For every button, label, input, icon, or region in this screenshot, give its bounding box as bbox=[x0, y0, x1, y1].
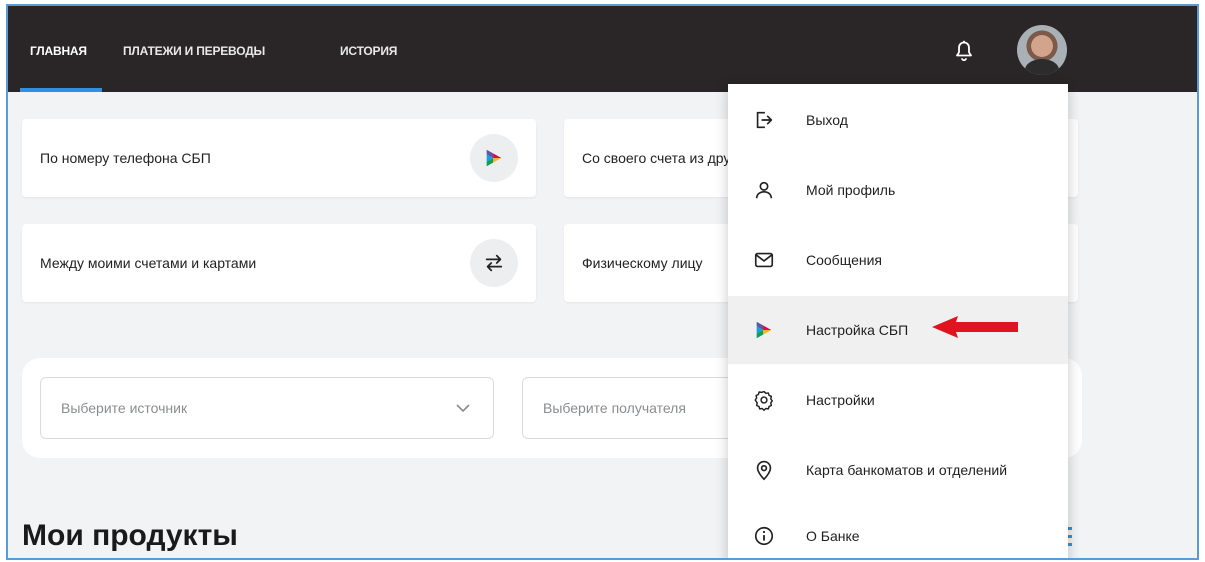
menu-item-label: О Банке bbox=[806, 528, 860, 544]
avatar[interactable] bbox=[1017, 25, 1067, 75]
gear-icon bbox=[752, 388, 776, 412]
tab-main[interactable]: ГЛАВНАЯ bbox=[30, 44, 87, 58]
top-navigation-bar: ГЛАВНАЯ ПЛАТЕЖИ И ПЕРЕВОДЫ ИСТОРИЯ bbox=[8, 6, 1197, 92]
menu-item-atm-map[interactable]: Карта банкоматов и отделений bbox=[728, 436, 1068, 504]
map-pin-icon bbox=[752, 458, 776, 482]
menu-item-label: Настройки bbox=[806, 392, 875, 408]
menu-item-label: Выход bbox=[806, 112, 848, 128]
app-window: ГЛАВНАЯ ПЛАТЕЖИ И ПЕРЕВОДЫ ИСТОРИЯ По но… bbox=[6, 4, 1199, 560]
menu-item-about-bank[interactable]: О Банке bbox=[728, 502, 1068, 558]
menu-item-logout[interactable]: Выход bbox=[728, 86, 1068, 154]
menu-item-profile[interactable]: Мой профиль bbox=[728, 156, 1068, 224]
logout-icon bbox=[752, 108, 776, 132]
products-heading: Мои продукты bbox=[22, 519, 238, 552]
swap-arrows-icon bbox=[470, 239, 518, 287]
sbp-logo-icon bbox=[752, 318, 776, 342]
card-label: По номеру телефона СБП bbox=[40, 150, 211, 166]
user-icon bbox=[752, 178, 776, 202]
mail-icon bbox=[752, 248, 776, 272]
recipient-placeholder: Выберите получателя bbox=[543, 400, 686, 416]
menu-item-label: Сообщения bbox=[806, 252, 882, 268]
red-pointer-arrow bbox=[932, 316, 1018, 338]
source-select[interactable]: Выберите источник bbox=[40, 377, 494, 439]
sbp-logo-icon bbox=[470, 134, 518, 182]
bell-icon[interactable] bbox=[952, 39, 976, 63]
avatar-shirt bbox=[1025, 59, 1059, 75]
card-label: Между моими счетами и картами bbox=[40, 255, 257, 271]
active-tab-indicator bbox=[20, 88, 102, 92]
card-label: Физическому лицу bbox=[582, 255, 703, 271]
chevron-down-icon bbox=[456, 404, 470, 413]
tab-history[interactable]: ИСТОРИЯ bbox=[340, 44, 397, 58]
tab-payments-transfers[interactable]: ПЛАТЕЖИ И ПЕРЕВОДЫ bbox=[123, 44, 265, 58]
menu-item-settings[interactable]: Настройки bbox=[728, 366, 1068, 434]
menu-item-label: Мой профиль bbox=[806, 182, 896, 198]
menu-item-label: Карта банкоматов и отделений bbox=[806, 462, 1008, 478]
card-between-my-accounts[interactable]: Между моими счетами и картами bbox=[22, 224, 536, 302]
info-icon bbox=[752, 524, 776, 548]
menu-item-label: Настройка СБП bbox=[806, 322, 909, 338]
source-placeholder: Выберите источник bbox=[61, 400, 188, 416]
card-sbp-phone[interactable]: По номеру телефона СБП bbox=[22, 119, 536, 197]
menu-item-messages[interactable]: Сообщения bbox=[728, 226, 1068, 294]
